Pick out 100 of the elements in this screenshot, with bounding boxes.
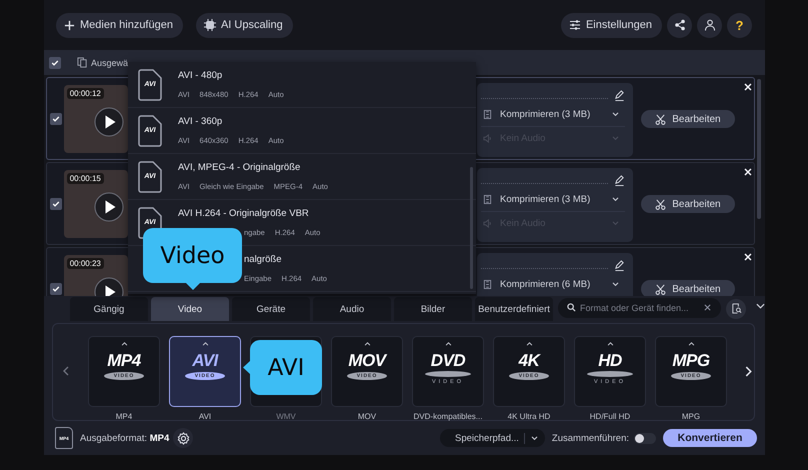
chevron-down-icon <box>612 282 619 287</box>
output-format-label: Ausgabeformat: MP4 <box>80 432 170 444</box>
add-media-button[interactable]: Medien hinzufügen <box>56 12 183 38</box>
save-path-dropdown[interactable]: Speicherpfad... <box>440 429 545 447</box>
film-icon <box>483 195 492 204</box>
preset-title: AVI, MPEG-4 - Originalgröße <box>178 162 302 173</box>
chevron-up-icon <box>364 342 370 346</box>
format-label: MP4 <box>116 412 132 421</box>
callout-tooltip: Video <box>143 228 242 290</box>
format-search-field[interactable]: Format oder Gerät finden... <box>558 298 721 318</box>
format-logo: 4K <box>518 352 540 370</box>
format-tab[interactable]: Video <box>151 297 229 321</box>
scissors-icon <box>655 198 666 210</box>
scissors-icon <box>655 114 666 124</box>
scrollbar[interactable] <box>757 79 761 219</box>
pencil-icon[interactable] <box>614 174 625 186</box>
format-label: 4K Ultra HD <box>508 412 550 421</box>
compression-dropdown[interactable]: Komprimieren (3 MB) <box>481 188 625 212</box>
close-icon[interactable] <box>744 168 752 176</box>
search-icon <box>567 303 576 312</box>
scissors-icon <box>655 284 666 294</box>
preset-title: AVI - 480p <box>178 70 224 81</box>
checkmark-icon <box>52 200 60 208</box>
help-button[interactable]: ? <box>727 12 752 38</box>
film-icon <box>483 280 492 289</box>
file-checkbox[interactable] <box>50 112 62 124</box>
pencil-icon[interactable] <box>614 260 625 270</box>
account-button[interactable] <box>697 12 722 38</box>
format-label: DVD-kompatibles... <box>414 412 482 421</box>
select-all-checkbox[interactable] <box>49 56 61 68</box>
document-search-icon <box>730 303 742 314</box>
speaker-icon <box>483 134 492 143</box>
format-logo: HD <box>598 352 622 370</box>
edit-button[interactable]: Bearbeiten <box>640 195 736 213</box>
close-icon[interactable] <box>744 83 752 91</box>
file-checkbox[interactable] <box>50 198 62 210</box>
file-row-end[interactable]: Komprimieren (6 MB) Bearbeiten <box>476 247 755 296</box>
device-search-button[interactable] <box>726 298 746 318</box>
merge-toggle[interactable] <box>634 432 656 444</box>
chevron-down-icon[interactable] <box>756 303 765 309</box>
checkmark-icon <box>52 284 60 292</box>
format-label: AVI <box>198 412 212 421</box>
format-tab[interactable]: Geräte <box>232 297 310 321</box>
pencil-icon[interactable] <box>614 90 625 100</box>
share-icon <box>674 19 686 31</box>
speaker-icon <box>483 219 492 228</box>
format-label: MOV <box>358 412 376 421</box>
chevron-down-icon <box>612 112 619 117</box>
edit-button[interactable]: Bearbeiten <box>640 280 736 296</box>
chevron-up-icon <box>444 342 452 346</box>
settings-button[interactable]: Einstellungen <box>560 12 662 38</box>
play-icon[interactable] <box>94 192 124 222</box>
chevron-down-icon <box>530 436 538 440</box>
format-settings-button[interactable] <box>173 428 194 448</box>
chevron-down-icon <box>612 136 619 141</box>
convert-button[interactable]: Konvertieren <box>663 429 757 447</box>
clear-icon[interactable] <box>704 304 711 311</box>
chevron-up-icon <box>526 342 532 346</box>
duration-badge: 00:00:23 <box>66 258 104 268</box>
file-checkbox[interactable] <box>50 282 62 294</box>
compression-dropdown[interactable]: Komprimieren (3 MB) <box>481 103 625 127</box>
chevron-up-icon <box>202 342 208 346</box>
checkmark-icon <box>52 114 60 122</box>
sliders-icon <box>568 19 581 31</box>
file-row-start[interactable]: 00:00:15 <box>46 162 128 245</box>
file-row-start[interactable]: 00:00:23 <box>46 247 128 296</box>
scrollbar[interactable] <box>470 167 473 289</box>
merge-label: Zusammenführen: <box>552 432 629 444</box>
disc-icon <box>425 371 471 377</box>
format-tab[interactable]: Bilder <box>394 297 472 321</box>
format-tab[interactable]: Audio <box>313 297 391 321</box>
chevron-up-icon <box>606 342 614 346</box>
files-icon <box>77 57 88 68</box>
play-icon[interactable] <box>94 106 124 136</box>
chevron-up-icon <box>120 342 128 346</box>
format-tab[interactable]: Benutzerdefiniert <box>475 297 553 321</box>
selected-files-label: Ausgewä <box>91 58 128 68</box>
duration-badge: 00:00:15 <box>66 172 104 184</box>
chevron-right-icon[interactable] <box>745 366 752 377</box>
preset-title: AVI - 360p <box>178 116 224 127</box>
format-label: WMV <box>276 412 296 421</box>
chevron-left-icon[interactable] <box>63 366 69 376</box>
share-button[interactable] <box>667 12 692 38</box>
format-tab[interactable]: Gängig <box>70 297 148 321</box>
chevron-down-icon <box>612 221 619 226</box>
ai-upscaling-button[interactable]: AI Upscaling <box>196 12 293 38</box>
format-logo: MOV <box>348 352 386 370</box>
format-logo: AVI <box>192 352 218 370</box>
duration-badge: 00:00:12 <box>66 88 104 98</box>
checkmark-icon <box>51 58 59 66</box>
format-logo: MP4 <box>107 352 141 370</box>
chevron-up-icon <box>688 342 694 346</box>
close-icon[interactable] <box>744 253 752 261</box>
format-label: HD/Full HD <box>590 412 630 421</box>
chevron-down-icon <box>612 197 619 202</box>
format-logo: DVD <box>430 352 466 370</box>
file-row-start[interactable]: 00:00:12 <box>46 77 128 160</box>
disc-icon <box>587 371 633 377</box>
edit-button[interactable]: Bearbeiten <box>640 110 736 128</box>
film-icon <box>483 110 492 119</box>
